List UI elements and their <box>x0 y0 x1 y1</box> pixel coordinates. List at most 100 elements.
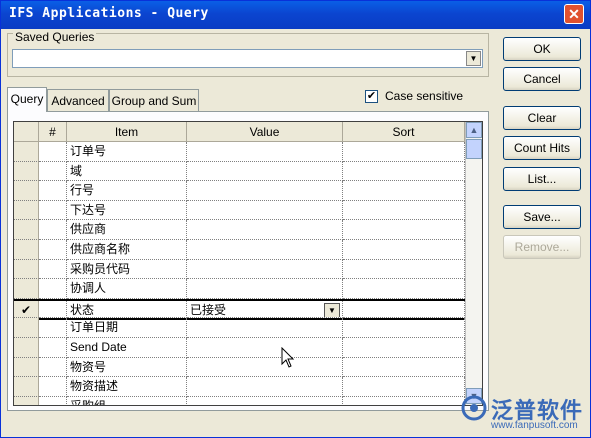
sort-cell[interactable] <box>343 181 465 201</box>
sort-cell[interactable] <box>343 200 465 221</box>
table-row[interactable]: 采购组 <box>14 396 465 405</box>
table-row[interactable]: 协调人 <box>14 279 465 299</box>
count-hits-button[interactable]: Count Hits <box>503 136 581 160</box>
row-selector[interactable] <box>14 338 39 358</box>
value-cell[interactable]: 已接受 ▼ <box>187 300 343 319</box>
item-cell: 物资描述 <box>67 377 187 397</box>
close-button[interactable]: ✕ <box>564 4 584 24</box>
value-cell[interactable] <box>187 200 343 221</box>
scroll-up-icon[interactable]: ▲ <box>466 122 482 138</box>
sort-column-header[interactable]: Sort <box>343 122 465 142</box>
item-cell: 协调人 <box>67 279 187 299</box>
value-cell[interactable] <box>187 181 343 201</box>
row-selector[interactable] <box>14 142 39 162</box>
row-number-cell <box>39 357 67 378</box>
value-cell[interactable] <box>187 142 343 162</box>
table-row[interactable]: 订单号 <box>14 142 465 162</box>
value-cell[interactable] <box>187 161 343 182</box>
row-selector[interactable] <box>14 279 39 299</box>
item-cell: 采购员代码 <box>67 259 187 280</box>
item-cell: 供应商名称 <box>67 240 187 260</box>
cancel-button[interactable]: Cancel <box>503 67 581 91</box>
sort-cell[interactable] <box>343 142 465 162</box>
row-selector[interactable] <box>14 259 39 280</box>
value-cell[interactable] <box>187 396 343 405</box>
table-row[interactable]: Send Date <box>14 338 465 358</box>
save-button[interactable]: Save... <box>503 205 581 229</box>
row-selector[interactable] <box>14 396 39 405</box>
ok-button[interactable]: OK <box>503 37 581 61</box>
remove-button[interactable]: Remove... <box>503 235 581 259</box>
table-row[interactable]: 行号 <box>14 181 465 201</box>
table-row[interactable]: 订单日期 <box>14 318 465 338</box>
num-column-header[interactable]: # <box>39 122 67 142</box>
row-selector[interactable] <box>14 181 39 201</box>
watermark-url: www.fanpusoft.com <box>491 420 578 431</box>
item-cell: 物资号 <box>67 357 187 378</box>
sort-cell[interactable] <box>343 220 465 240</box>
table-row[interactable]: 域 <box>14 161 465 182</box>
sort-cell[interactable] <box>343 396 465 405</box>
chevron-down-icon[interactable]: ▼ <box>466 51 481 66</box>
row-selector[interactable]: ✔ <box>14 300 39 319</box>
tab-advanced[interactable]: Advanced <box>47 89 109 111</box>
row-number-cell <box>39 220 67 240</box>
tab-group-and-sum[interactable]: Group and Sum <box>109 89 199 111</box>
table-row[interactable]: 下达号 <box>14 200 465 221</box>
sort-cell[interactable] <box>343 279 465 299</box>
value-cell[interactable] <box>187 259 343 280</box>
row-number-cell <box>39 318 67 338</box>
table-row[interactable]: 供应商名称 <box>14 240 465 260</box>
value-cell[interactable] <box>187 318 343 338</box>
row-number-cell <box>39 181 67 201</box>
sort-cell[interactable] <box>343 300 465 319</box>
case-sensitive-checkbox[interactable]: ✔ <box>365 90 378 103</box>
value-cell[interactable] <box>187 357 343 378</box>
clear-button[interactable]: Clear <box>503 106 581 130</box>
row-number-cell <box>39 200 67 221</box>
row-number-cell <box>39 338 67 358</box>
row-selector[interactable] <box>14 220 39 240</box>
value-cell[interactable] <box>187 279 343 299</box>
table-row[interactable]: 采购员代码 <box>14 259 465 280</box>
value-cell[interactable] <box>187 338 343 358</box>
sort-cell[interactable] <box>343 259 465 280</box>
row-selector[interactable] <box>14 318 39 338</box>
table-row[interactable]: 供应商 <box>14 220 465 240</box>
sort-cell[interactable] <box>343 318 465 338</box>
select-column-header[interactable] <box>14 122 39 142</box>
table-row[interactable]: 物资描述 <box>14 377 465 397</box>
row-number-cell <box>39 377 67 397</box>
row-number-cell <box>39 300 67 319</box>
row-selector[interactable] <box>14 240 39 260</box>
tab-query[interactable]: Query <box>7 87 47 112</box>
table-row[interactable]: ✔ 状态 已接受 ▼ <box>14 298 465 321</box>
item-cell: 采购组 <box>67 396 187 405</box>
value-cell[interactable] <box>187 240 343 260</box>
scroll-thumb[interactable] <box>466 139 482 159</box>
item-cell: 订单日期 <box>67 318 187 338</box>
case-sensitive-label[interactable]: Case sensitive <box>385 89 463 103</box>
row-selector[interactable] <box>14 161 39 182</box>
item-column-header[interactable]: Item <box>67 122 187 142</box>
saved-queries-combo[interactable]: ▼ <box>12 49 483 68</box>
brand-logo-icon <box>461 395 487 421</box>
row-number-cell <box>39 240 67 260</box>
list-button[interactable]: List... <box>503 167 581 191</box>
row-selector[interactable] <box>14 200 39 221</box>
sort-cell[interactable] <box>343 357 465 378</box>
row-selector[interactable] <box>14 377 39 397</box>
chevron-down-icon[interactable]: ▼ <box>324 302 340 318</box>
value-cell[interactable] <box>187 377 343 397</box>
value-column-header[interactable]: Value <box>187 122 343 142</box>
table-row[interactable]: 物资号 <box>14 357 465 378</box>
sort-cell[interactable] <box>343 377 465 397</box>
title-bar[interactable]: IFS Applications - Query ✕ <box>1 1 590 29</box>
item-cell: 域 <box>67 161 187 182</box>
value-cell[interactable] <box>187 220 343 240</box>
sort-cell[interactable] <box>343 161 465 182</box>
sort-cell[interactable] <box>343 240 465 260</box>
vertical-scrollbar[interactable]: ▲ ▼ <box>465 122 482 405</box>
sort-cell[interactable] <box>343 338 465 358</box>
row-selector[interactable] <box>14 357 39 378</box>
